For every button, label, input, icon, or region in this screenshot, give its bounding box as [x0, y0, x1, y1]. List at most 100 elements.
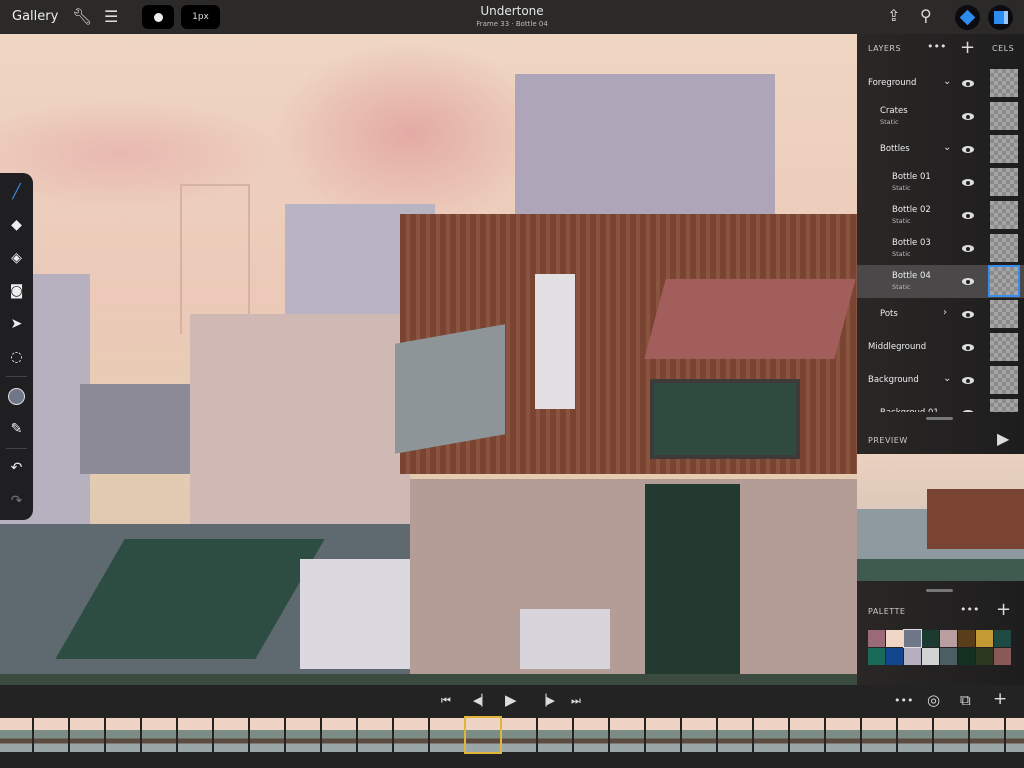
frame-thumbnail[interactable]: [574, 718, 608, 752]
frame-thumbnail[interactable]: [610, 718, 644, 752]
color-swatch[interactable]: [976, 648, 993, 665]
frame-thumbnail[interactable]: [682, 718, 716, 752]
eye-icon[interactable]: [962, 410, 974, 412]
panel-icon[interactable]: [988, 5, 1013, 30]
frame-thumbnail[interactable]: [1006, 718, 1024, 752]
next-frame-icon[interactable]: ▕▶: [538, 694, 555, 707]
color-swatch[interactable]: [994, 648, 1011, 665]
color-swatch[interactable]: [922, 630, 939, 647]
cel-thumbnail[interactable]: [990, 300, 1018, 328]
eye-icon[interactable]: [962, 344, 974, 351]
layer-row[interactable]: Pots ›: [857, 298, 1024, 331]
color-swatch[interactable]: [886, 630, 903, 647]
duplicate-frame-icon[interactable]: ⧉: [960, 691, 971, 709]
cel-thumbnail[interactable]: [990, 366, 1018, 394]
cel-thumbnail[interactable]: [990, 168, 1018, 196]
undo-icon[interactable]: ↶: [0, 455, 33, 481]
eyedropper-icon[interactable]: ✎: [0, 416, 33, 442]
cel-thumbnail[interactable]: [990, 333, 1018, 361]
color-swatch[interactable]: [903, 629, 922, 648]
frame-thumbnail[interactable]: [646, 718, 680, 752]
chevron-right-icon[interactable]: ›: [943, 307, 947, 318]
frame-thumbnail[interactable]: [358, 718, 392, 752]
add-frame-icon[interactable]: +: [993, 689, 1007, 709]
chevron-down-icon[interactable]: ⌄: [943, 373, 951, 384]
play-icon[interactable]: ▶: [505, 691, 517, 709]
layer-row[interactable]: Crates Static: [857, 100, 1024, 133]
layer-row[interactable]: Background ⌄: [857, 364, 1024, 397]
pencil-icon[interactable]: ╱: [0, 179, 33, 205]
eye-icon[interactable]: [962, 113, 974, 120]
cel-thumbnail[interactable]: [990, 201, 1018, 229]
frame-thumbnail[interactable]: [178, 718, 212, 752]
eraser-icon[interactable]: ◆: [0, 212, 33, 238]
eye-icon[interactable]: [962, 179, 974, 186]
eye-icon[interactable]: [962, 377, 974, 384]
layer-row[interactable]: Middleground: [857, 331, 1024, 364]
diamond-icon[interactable]: [955, 5, 980, 30]
eye-icon[interactable]: [962, 245, 974, 252]
frame-thumbnail[interactable]: [142, 718, 176, 752]
color-swatch[interactable]: [940, 630, 957, 647]
frame-thumbnail[interactable]: [502, 718, 536, 752]
add-color-icon[interactable]: +: [996, 599, 1011, 620]
cel-thumbnail[interactable]: [990, 234, 1018, 262]
color-swatch[interactable]: [958, 630, 975, 647]
layer-list[interactable]: Foreground ⌄ Crates Static Bottles ⌄ Bottle 01…: [857, 67, 1024, 412]
chevron-down-icon[interactable]: ⌄: [943, 76, 951, 87]
layer-row[interactable]: Bottle 03 Static: [857, 232, 1024, 265]
frame-thumbnail[interactable]: [322, 718, 356, 752]
color-swatch[interactable]: [904, 648, 921, 665]
first-frame-icon[interactable]: ⏮: [441, 694, 451, 708]
add-layer-icon[interactable]: +: [960, 37, 975, 58]
color-swatch[interactable]: [922, 648, 939, 665]
frame-thumbnail[interactable]: [394, 718, 428, 752]
color-swatch[interactable]: [994, 630, 1011, 647]
resize-handle[interactable]: [926, 589, 953, 592]
frame-thumbnail[interactable]: [718, 718, 752, 752]
eye-icon[interactable]: [962, 278, 974, 285]
color-swatch[interactable]: [958, 648, 975, 665]
cel-thumbnail[interactable]: [988, 265, 1020, 297]
color-swatch[interactable]: [886, 648, 903, 665]
layer-row[interactable]: Foreground ⌄: [857, 67, 1024, 100]
color-swatch[interactable]: [976, 630, 993, 647]
color-icon[interactable]: [0, 383, 33, 409]
layer-row[interactable]: Bottle 02 Static: [857, 199, 1024, 232]
frame-thumbnail[interactable]: [70, 718, 104, 752]
timeline-more-icon[interactable]: •••: [894, 694, 913, 707]
frame-thumbnail[interactable]: [106, 718, 140, 752]
onion-skin-icon[interactable]: ◎: [927, 691, 940, 709]
chevron-down-icon[interactable]: ⌄: [943, 142, 951, 153]
color-swatch[interactable]: [940, 648, 957, 665]
fill-icon[interactable]: ◈: [0, 245, 33, 271]
move-icon[interactable]: ➤: [0, 311, 33, 337]
color-swatch[interactable]: [868, 630, 885, 647]
play-preview-icon[interactable]: ▶: [997, 429, 1009, 448]
frame-thumbnail[interactable]: [34, 718, 68, 752]
eye-icon[interactable]: [962, 212, 974, 219]
shapes-icon[interactable]: ◙: [0, 278, 33, 304]
frame-thumbnail[interactable]: [826, 718, 860, 752]
layer-row[interactable]: Bottle 04 Static: [857, 265, 1024, 298]
frame-thumbnail[interactable]: [214, 718, 248, 752]
cel-thumbnail[interactable]: [990, 69, 1018, 97]
frame-thumbnail[interactable]: [538, 718, 572, 752]
frame-thumbnail[interactable]: [790, 718, 824, 752]
frame-thumbnail[interactable]: [970, 718, 1004, 752]
cel-thumbnail[interactable]: [990, 135, 1018, 163]
previous-frame-icon[interactable]: ◀▏: [473, 694, 490, 707]
layer-row[interactable]: Bottle 01 Static: [857, 166, 1024, 199]
redo-icon[interactable]: ↷: [0, 488, 33, 514]
frame-thumbnail[interactable]: [464, 716, 502, 754]
share-icon[interactable]: ⇪: [887, 6, 900, 25]
lasso-icon[interactable]: ◌: [0, 344, 33, 370]
frame-thumbnail[interactable]: [754, 718, 788, 752]
frame-thumbnail[interactable]: [250, 718, 284, 752]
palette-more-icon[interactable]: •••: [960, 603, 979, 616]
drawing-canvas[interactable]: [0, 34, 857, 685]
frame-thumbnail[interactable]: [0, 718, 32, 752]
layer-row[interactable]: Bottles ⌄: [857, 133, 1024, 166]
last-frame-icon[interactable]: ⏭: [571, 694, 581, 708]
eye-icon[interactable]: [962, 311, 974, 318]
